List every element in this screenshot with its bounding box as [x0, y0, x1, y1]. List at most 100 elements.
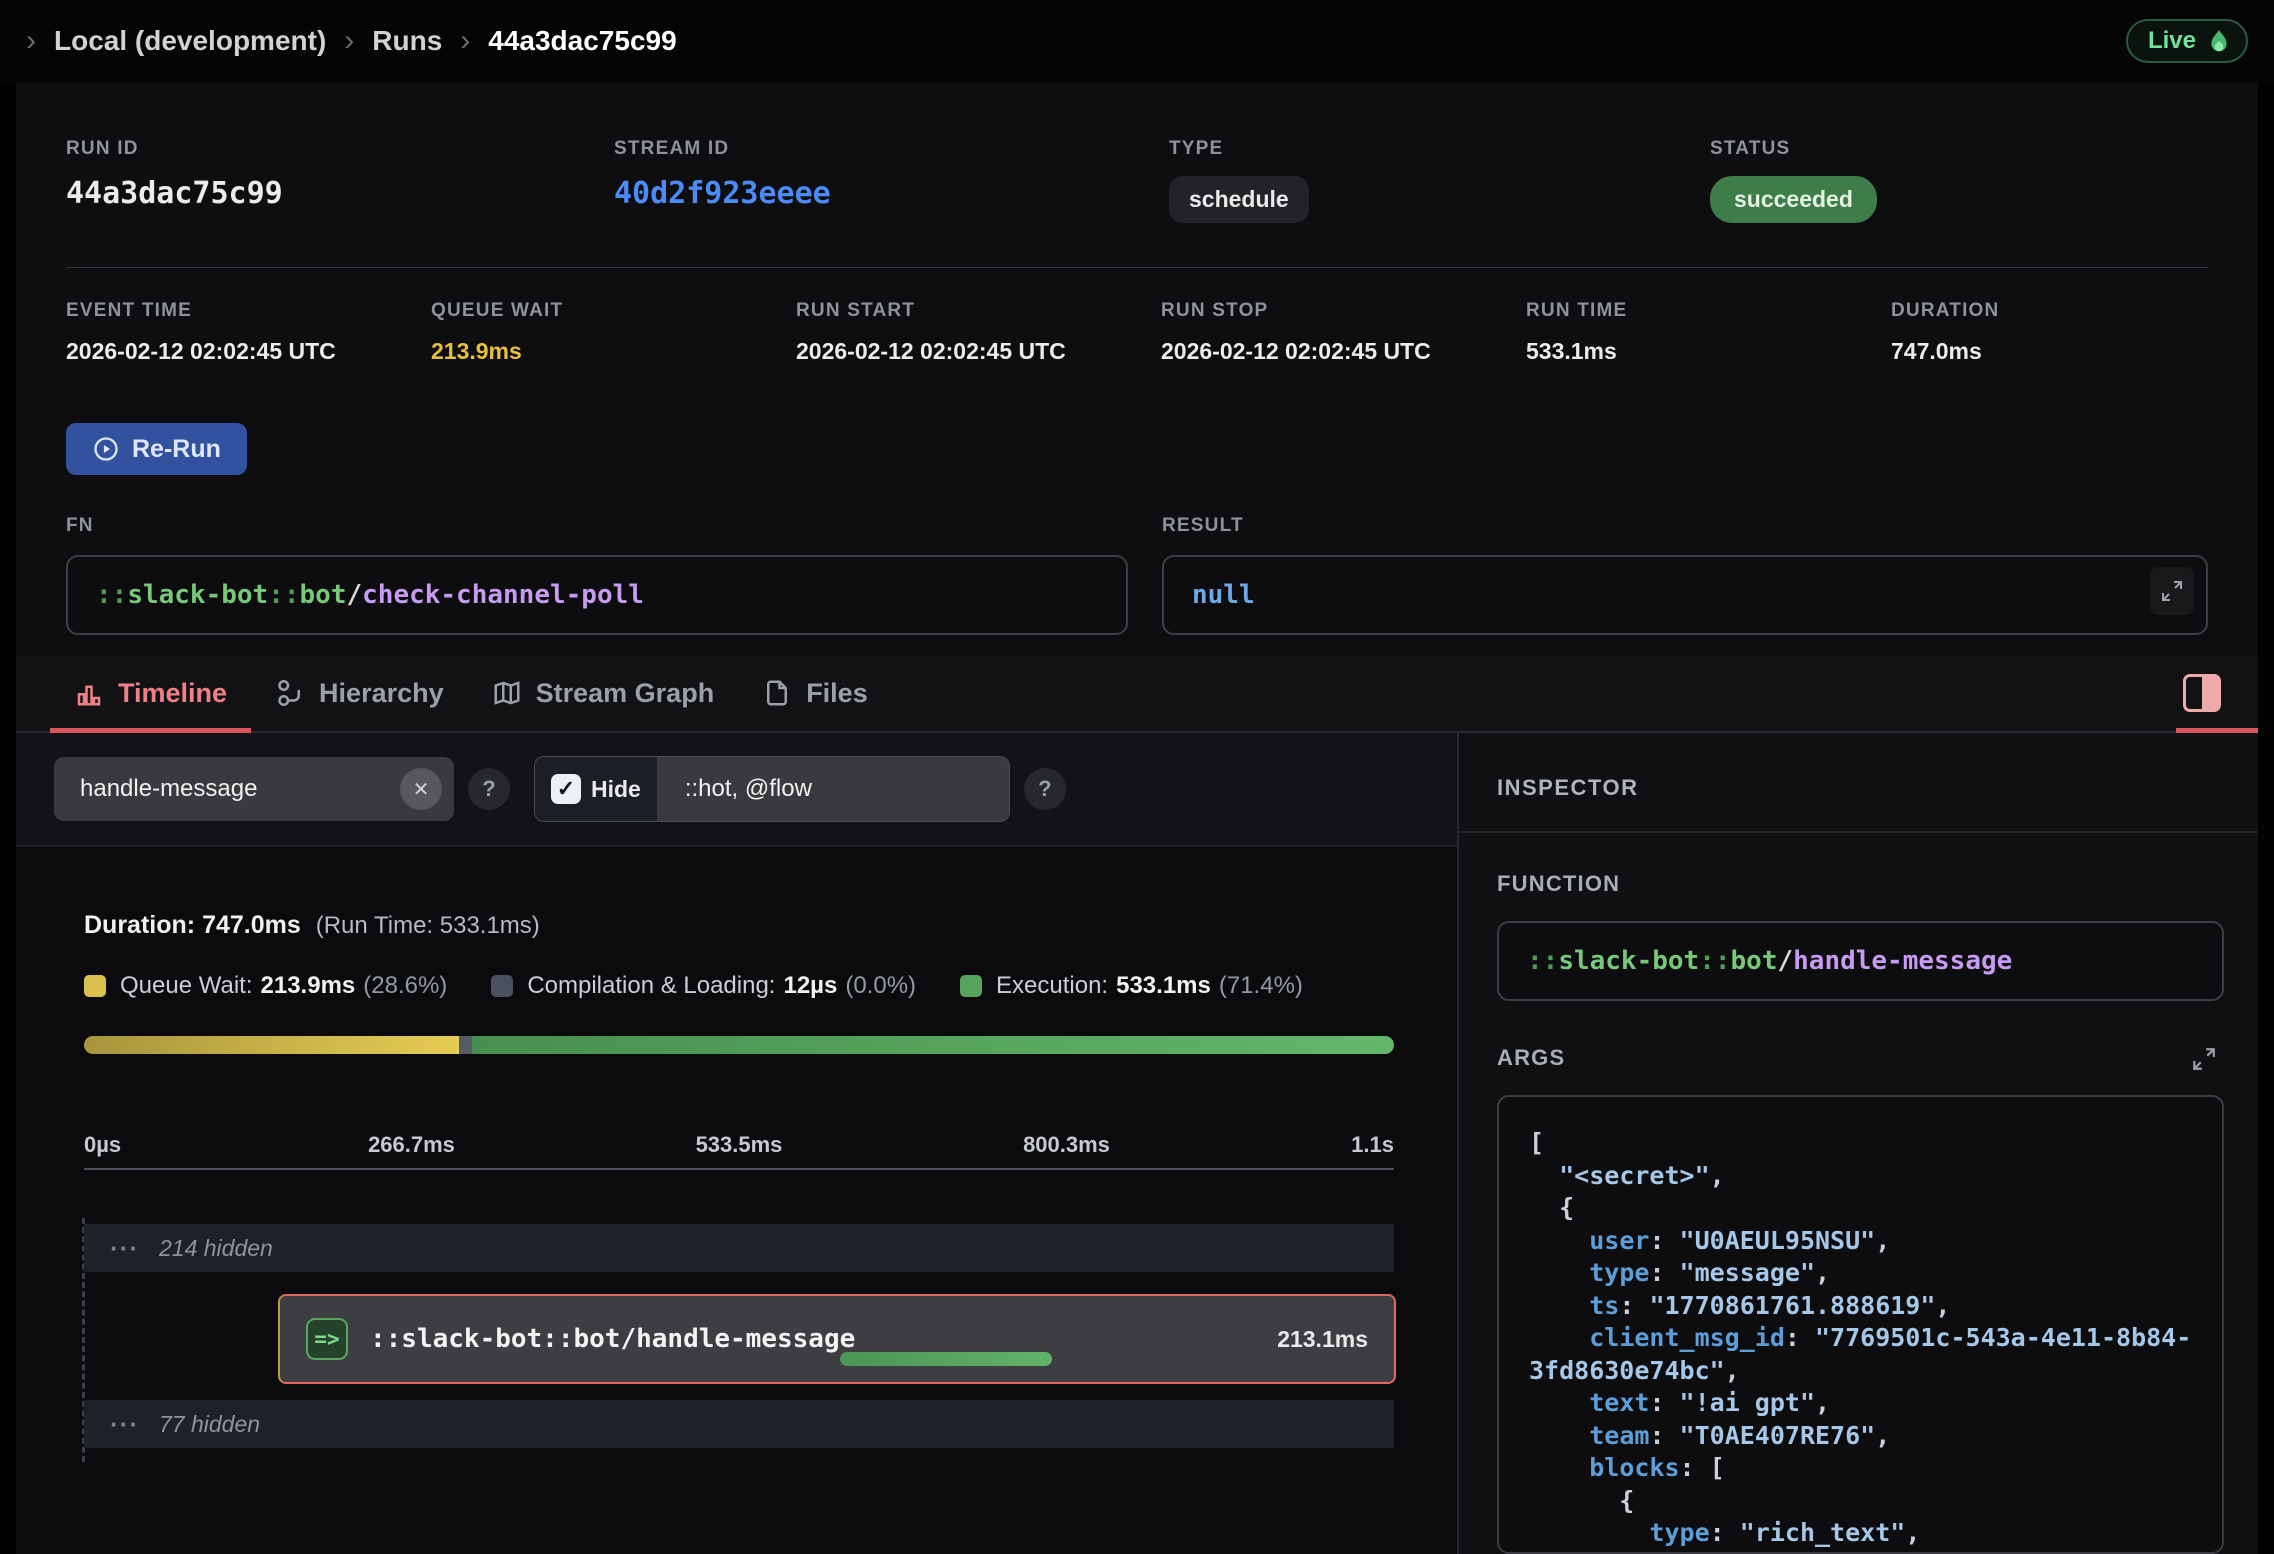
duration-stacked-bar — [84, 1036, 1394, 1054]
event-time-label: EVENT TIME — [66, 300, 431, 322]
live-badge[interactable]: Live — [2126, 19, 2248, 63]
span-handle-message[interactable]: => ::slack-bot::bot/handle-message 213.1… — [278, 1294, 1396, 1384]
hide-pattern-box[interactable] — [657, 757, 1009, 821]
axis-line — [84, 1168, 1394, 1170]
fn-name: handle-message — [1793, 946, 2012, 976]
queue-wait-value: 213.9ms — [431, 338, 796, 365]
field-duration: DURATION 747.0ms — [1891, 300, 2208, 365]
timeline-axis: 0µs 266.7ms 533.5ms 800.3ms 1.1s — [84, 1132, 1394, 1158]
hide-pattern-input[interactable] — [683, 774, 983, 804]
legend-queue-wait: Queue Wait: 213.9ms (28.6%) — [84, 972, 447, 1000]
field-queue-wait: QUEUE WAIT 213.9ms — [431, 300, 796, 365]
breadcrumb: › Local (development) › Runs › 44a3dac75… — [26, 24, 677, 58]
ellipsis-icon: ··· — [110, 1233, 139, 1264]
tab-stream-graph[interactable]: Stream Graph — [468, 655, 739, 731]
fn-name: check-channel-poll — [362, 580, 644, 610]
field-stream-id: STREAM ID 40d2f923eeee — [614, 138, 1169, 223]
timeline-body: Duration: 747.0ms (Run Time: 533.1ms) Qu… — [16, 847, 1457, 1554]
span-exec-bar — [840, 1352, 1052, 1366]
run-stop-value: 2026-02-12 02:02:45 UTC — [1161, 338, 1526, 365]
hierarchy-icon — [275, 678, 305, 708]
panel-right-icon — [2183, 674, 2221, 712]
runtime-note: (Run Time: 533.1ms) — [316, 912, 540, 939]
hidden-count-label: 214 hidden — [159, 1235, 273, 1262]
hide-label: Hide — [591, 776, 641, 803]
hidden-count-label: 77 hidden — [159, 1411, 260, 1438]
duration-label: DURATION — [1891, 300, 2208, 322]
tab-timeline[interactable]: Timeline — [50, 655, 251, 731]
args-code[interactable]: [ "<secret>", { user: "U0AEUL95NSU", typ… — [1497, 1095, 2224, 1554]
function-section-label: FUNCTION — [1497, 871, 2224, 897]
expand-icon[interactable] — [2184, 1039, 2224, 1079]
duration-title-value: 747.0ms — [202, 911, 301, 939]
run-start-value: 2026-02-12 02:02:45 UTC — [796, 338, 1161, 365]
tab-stream-graph-label: Stream Graph — [536, 678, 715, 709]
arrow-badge-icon: => — [306, 1318, 348, 1360]
tab-bar: Timeline Hierarchy Stream Graph — [16, 655, 2258, 733]
breadcrumb-run-id: 44a3dac75c99 — [488, 25, 676, 57]
field-run-start: RUN START 2026-02-12 02:02:45 UTC — [796, 300, 1161, 365]
inspector-body: FUNCTION ::slack-bot::bot/handle-message… — [1459, 833, 2258, 1554]
axis-tick: 533.5ms — [696, 1132, 783, 1158]
execution-swatch — [960, 975, 982, 997]
fn-sep: :: — [1527, 946, 1558, 976]
compilation-segment — [459, 1036, 472, 1054]
live-label: Live — [2148, 27, 2196, 55]
fn-module: bot — [1731, 946, 1778, 976]
fn-sep: :: — [268, 580, 299, 610]
axis-tick: 1.1s — [1351, 1132, 1394, 1158]
timeline-rows: ··· 214 hidden => ::slack-bot::bot/handl… — [84, 1224, 1394, 1448]
clear-search-button[interactable]: ✕ — [400, 768, 442, 810]
run-stop-label: RUN STOP — [1161, 300, 1526, 322]
panel-toggle-button[interactable] — [2180, 671, 2224, 715]
run-time-label: RUN TIME — [1526, 300, 1891, 322]
event-time-value: 2026-02-12 02:02:45 UTC — [66, 338, 431, 365]
expand-icon[interactable] — [2150, 567, 2194, 615]
tab-hierarchy[interactable]: Hierarchy — [251, 655, 468, 731]
search-box[interactable]: ✕ — [54, 757, 454, 821]
span-duration: 213.1ms — [1277, 1326, 1368, 1353]
span-row: => ::slack-bot::bot/handle-message 213.1… — [84, 1294, 1394, 1384]
fn-slash: / — [1777, 946, 1793, 976]
breadcrumb-environment[interactable]: Local (development) — [54, 25, 326, 57]
search-input[interactable] — [78, 774, 400, 804]
tab-hierarchy-label: Hierarchy — [319, 678, 444, 709]
hide-checkbox[interactable]: ✓ Hide — [535, 757, 657, 821]
inspector-title: INSPECTOR — [1459, 733, 2258, 833]
field-status: STATUS succeeded — [1710, 138, 2208, 223]
rerun-button[interactable]: Re-Run — [66, 423, 247, 475]
field-run-time: RUN TIME 533.1ms — [1526, 300, 1891, 365]
queue-wait-swatch — [84, 975, 106, 997]
fn-sep: :: — [96, 580, 127, 610]
hidden-spans-row-bottom[interactable]: ··· 77 hidden — [84, 1400, 1394, 1448]
fn-package: slack-bot — [127, 580, 268, 610]
tab-files[interactable]: Files — [738, 655, 892, 731]
content: ✕ ? ✓ Hide ? Duration: 747.0ms — [16, 733, 2258, 1554]
bar-chart-icon — [74, 678, 104, 708]
run-start-label: RUN START — [796, 300, 1161, 322]
status-badge: succeeded — [1710, 176, 1877, 223]
stream-id-link[interactable]: 40d2f923eeee — [614, 176, 1169, 211]
chevron-right-icon: › — [460, 24, 470, 58]
play-circle-icon — [92, 435, 120, 463]
field-run-id: RUN ID 44a3dac75c99 — [66, 138, 614, 223]
axis-tick: 800.3ms — [1023, 1132, 1110, 1158]
tab-files-label: Files — [806, 678, 868, 709]
hide-help-icon[interactable]: ? — [1024, 768, 1066, 810]
hidden-spans-row-top[interactable]: ··· 214 hidden — [84, 1224, 1394, 1272]
chevron-right-icon: › — [26, 24, 36, 58]
fn-codebox: ::slack-bot::bot/check-channel-poll — [66, 555, 1128, 635]
search-help-icon[interactable]: ? — [468, 768, 510, 810]
breadcrumb-runs[interactable]: Runs — [372, 25, 442, 57]
topbar: › Local (development) › Runs › 44a3dac75… — [0, 0, 2274, 82]
type-label: TYPE — [1169, 138, 1710, 160]
run-id-value: 44a3dac75c99 — [66, 176, 614, 211]
duration-value: 747.0ms — [1891, 338, 2208, 365]
args-section-label: ARGS — [1497, 1045, 1565, 1071]
main-panel: RUN ID 44a3dac75c99 STREAM ID 40d2f923ee… — [16, 82, 2258, 1554]
span-fn-label: ::slack-bot::bot/handle-message — [370, 1324, 1255, 1354]
run-id-label: RUN ID — [66, 138, 614, 160]
compilation-swatch — [491, 975, 513, 997]
stream-id-label: STREAM ID — [614, 138, 1169, 160]
queue-wait-label: QUEUE WAIT — [431, 300, 796, 322]
